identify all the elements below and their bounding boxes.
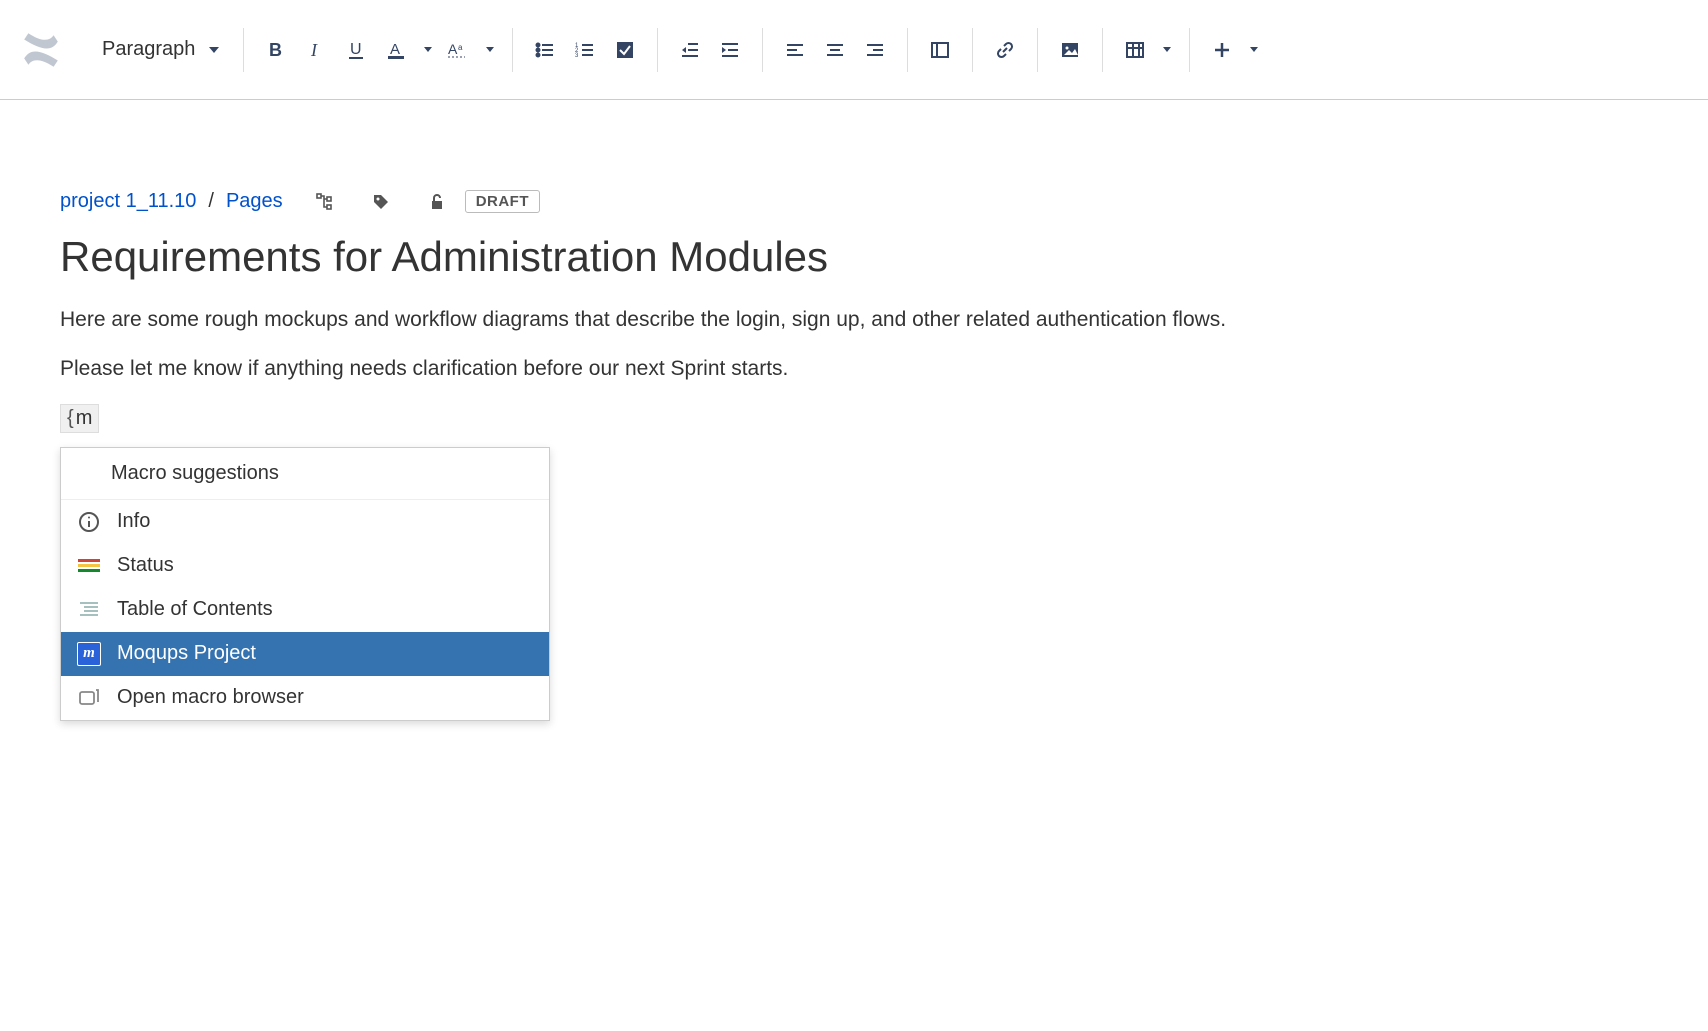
italic-button[interactable]: I bbox=[298, 32, 334, 68]
toolbar-separator bbox=[1189, 28, 1190, 72]
chevron-down-icon bbox=[486, 47, 494, 52]
link-button[interactable] bbox=[987, 32, 1023, 68]
breadcrumb-separator: / bbox=[208, 190, 214, 213]
table-button[interactable] bbox=[1117, 32, 1153, 68]
draft-badge: DRAFT bbox=[465, 190, 540, 213]
align-left-button[interactable] bbox=[777, 32, 813, 68]
svg-text:U: U bbox=[350, 41, 362, 58]
macro-item-label: Table of Contents bbox=[117, 598, 273, 621]
editor-content: project 1_11.10 / Pages DRAFT Requiremen… bbox=[0, 100, 1708, 721]
outdent-button[interactable] bbox=[672, 32, 708, 68]
macro-brace: { bbox=[67, 407, 74, 430]
svg-text:I: I bbox=[310, 40, 318, 60]
table-dropdown[interactable] bbox=[1157, 32, 1175, 68]
align-right-button[interactable] bbox=[857, 32, 893, 68]
task-list-button[interactable] bbox=[607, 32, 643, 68]
toolbar-separator bbox=[512, 28, 513, 72]
chevron-down-icon bbox=[1163, 47, 1171, 52]
breadcrumb-pages-link[interactable]: Pages bbox=[226, 190, 283, 213]
image-button[interactable] bbox=[1052, 32, 1088, 68]
insert-more-dropdown[interactable] bbox=[1244, 32, 1262, 68]
macro-item-info[interactable]: Info bbox=[61, 500, 549, 544]
labels-icon[interactable] bbox=[371, 192, 391, 212]
svg-text:B: B bbox=[269, 40, 282, 60]
bullet-list-button[interactable] bbox=[527, 32, 563, 68]
toolbar-separator bbox=[762, 28, 763, 72]
macro-item-moqups[interactable]: m Moqups Project bbox=[61, 632, 549, 676]
text-color-button[interactable]: A bbox=[378, 32, 414, 68]
macro-item-status[interactable]: Status bbox=[61, 544, 549, 588]
status-icon bbox=[77, 554, 101, 578]
underline-button[interactable]: U bbox=[338, 32, 374, 68]
chevron-down-icon bbox=[424, 47, 432, 52]
toolbar-separator bbox=[1037, 28, 1038, 72]
more-formatting-button[interactable]: Aa bbox=[440, 32, 476, 68]
toolbar-separator bbox=[657, 28, 658, 72]
numbered-list-button[interactable]: 123 bbox=[567, 32, 603, 68]
browser-icon bbox=[77, 686, 101, 710]
body-paragraph[interactable]: Please let me know if anything needs cla… bbox=[60, 354, 1648, 383]
breadcrumb-space-link[interactable]: project 1_11.10 bbox=[60, 190, 196, 213]
text-color-dropdown[interactable] bbox=[418, 32, 436, 68]
paragraph-style-label: Paragraph bbox=[102, 38, 195, 61]
macro-input-value: m bbox=[76, 407, 93, 430]
toolbar-separator bbox=[972, 28, 973, 72]
macro-item-toc[interactable]: Table of Contents bbox=[61, 588, 549, 632]
svg-text:3: 3 bbox=[575, 53, 579, 59]
macro-item-label: Info bbox=[117, 510, 150, 533]
toolbar-separator bbox=[1102, 28, 1103, 72]
svg-text:a: a bbox=[458, 43, 463, 52]
bold-button[interactable]: B bbox=[258, 32, 294, 68]
breadcrumb: project 1_11.10 / Pages DRAFT bbox=[60, 190, 1648, 213]
chevron-down-icon bbox=[209, 47, 219, 53]
confluence-logo[interactable] bbox=[20, 29, 62, 71]
page-title[interactable]: Requirements for Administration Modules bbox=[60, 233, 1648, 281]
insert-more-button[interactable] bbox=[1204, 32, 1240, 68]
more-formatting-dropdown[interactable] bbox=[480, 32, 498, 68]
macro-item-label: Moqups Project bbox=[117, 642, 256, 665]
body-paragraph[interactable]: Here are some rough mockups and workflow… bbox=[60, 305, 1648, 334]
toolbar-separator bbox=[243, 28, 244, 72]
macro-item-open-browser[interactable]: Open macro browser bbox=[61, 676, 549, 720]
toolbar-separator bbox=[907, 28, 908, 72]
editor-toolbar: Paragraph B I U A Aa 123 bbox=[0, 0, 1708, 100]
macro-item-label: Status bbox=[117, 554, 174, 577]
moqups-icon: m bbox=[77, 642, 101, 666]
macro-suggestions-header: Macro suggestions bbox=[61, 448, 549, 500]
paragraph-style-select[interactable]: Paragraph bbox=[92, 38, 229, 61]
indent-button[interactable] bbox=[712, 32, 748, 68]
chevron-down-icon bbox=[1250, 47, 1258, 52]
toc-icon bbox=[77, 598, 101, 622]
align-center-button[interactable] bbox=[817, 32, 853, 68]
page-layout-button[interactable] bbox=[922, 32, 958, 68]
restrictions-icon[interactable] bbox=[427, 192, 447, 212]
page-tree-icon[interactable] bbox=[315, 192, 335, 212]
svg-text:A: A bbox=[390, 41, 400, 58]
info-icon bbox=[77, 510, 101, 534]
macro-item-label: Open macro browser bbox=[117, 686, 304, 709]
macro-suggestions-dropdown: Macro suggestions Info Status Table of C… bbox=[60, 447, 550, 721]
svg-text:A: A bbox=[448, 41, 458, 57]
macro-autocomplete-input[interactable]: { m bbox=[60, 404, 99, 433]
